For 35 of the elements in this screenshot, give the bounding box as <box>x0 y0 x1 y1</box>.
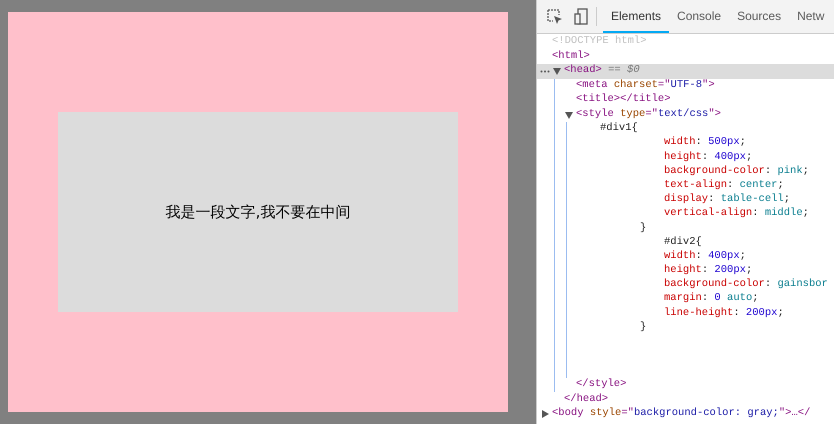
code-line: } <box>640 220 646 236</box>
code-line: <!DOCTYPE html> <box>552 34 647 50</box>
code-line: height: 400px; <box>664 150 752 165</box>
centered-text: 我是一段文字,我不要在中间 <box>166 202 350 223</box>
code-line: #div1{ <box>600 121 638 136</box>
code-line: <meta charset="UTF-8"> <box>576 78 715 93</box>
code-line: } <box>640 320 646 335</box>
code-line: margin: 0 auto; <box>664 291 759 306</box>
code-line: #div2{ <box>664 234 702 250</box>
devtools-tab[interactable]: Sources <box>729 0 790 33</box>
collapsed-triangle-icon[interactable] <box>541 410 549 418</box>
code-line: background-color: pink; <box>664 164 809 179</box>
code-line: display: table-cell; <box>664 192 790 207</box>
code-line: background-color: gainsbor <box>664 277 828 292</box>
device-icon[interactable] <box>574 8 588 25</box>
code-line: width: 400px; <box>664 248 746 264</box>
ellipsis-icon[interactable] <box>540 70 550 73</box>
code-line: text-align: center; <box>664 178 784 193</box>
expanded-triangle-icon[interactable] <box>553 67 561 76</box>
code-line: vertical-align: middle; <box>664 206 809 222</box>
code-line: <body style="background-color: gray;">…</ <box>552 406 810 422</box>
devtools-tab[interactable]: Netw <box>789 0 832 33</box>
code-line: <html> <box>552 48 590 64</box>
closing-tag: </style> <box>576 377 626 393</box>
code-line: <title></title> <box>576 92 671 108</box>
code-line: <style type="text/css"> <box>576 106 721 122</box>
code-line: width: 500px; <box>664 135 746 150</box>
inspect-icon[interactable] <box>547 8 563 24</box>
code-line: line-height: 200px; <box>664 306 784 321</box>
code-line: height: 200px; <box>664 263 752 278</box>
devtools-tab[interactable]: Console <box>669 0 730 33</box>
expanded-triangle-icon[interactable] <box>565 110 573 119</box>
code-line: <head> == $0 <box>564 63 640 78</box>
devtools-tab[interactable]: Elements <box>603 0 670 33</box>
closing-tag: </head> <box>564 392 608 408</box>
